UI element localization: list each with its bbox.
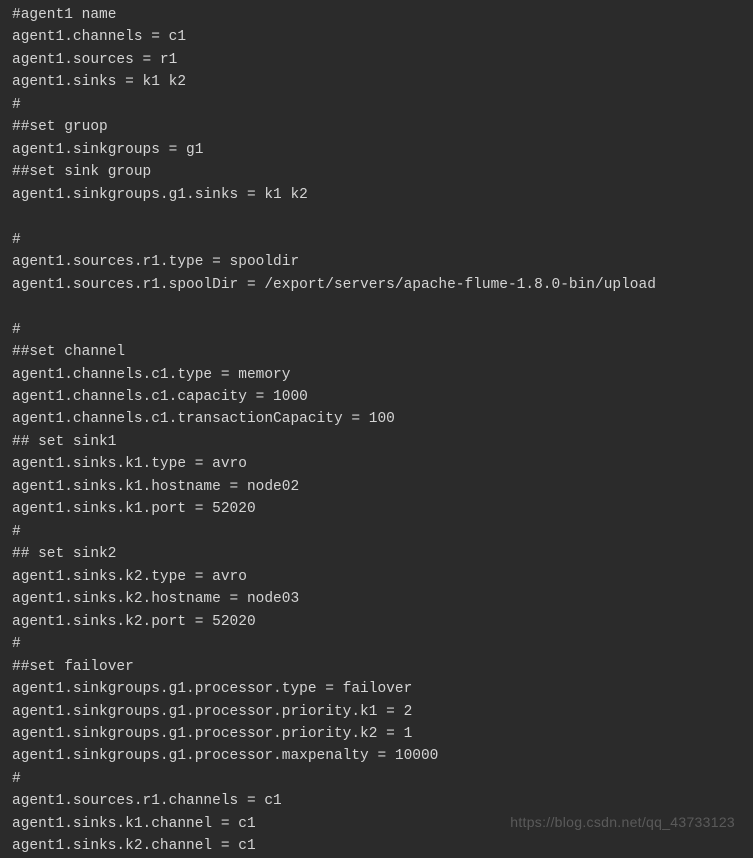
- config-code-block: #agent1 name agent1.channels = c1 agent1…: [12, 4, 741, 858]
- watermark-text: https://blog.csdn.net/qq_43733123: [510, 812, 735, 834]
